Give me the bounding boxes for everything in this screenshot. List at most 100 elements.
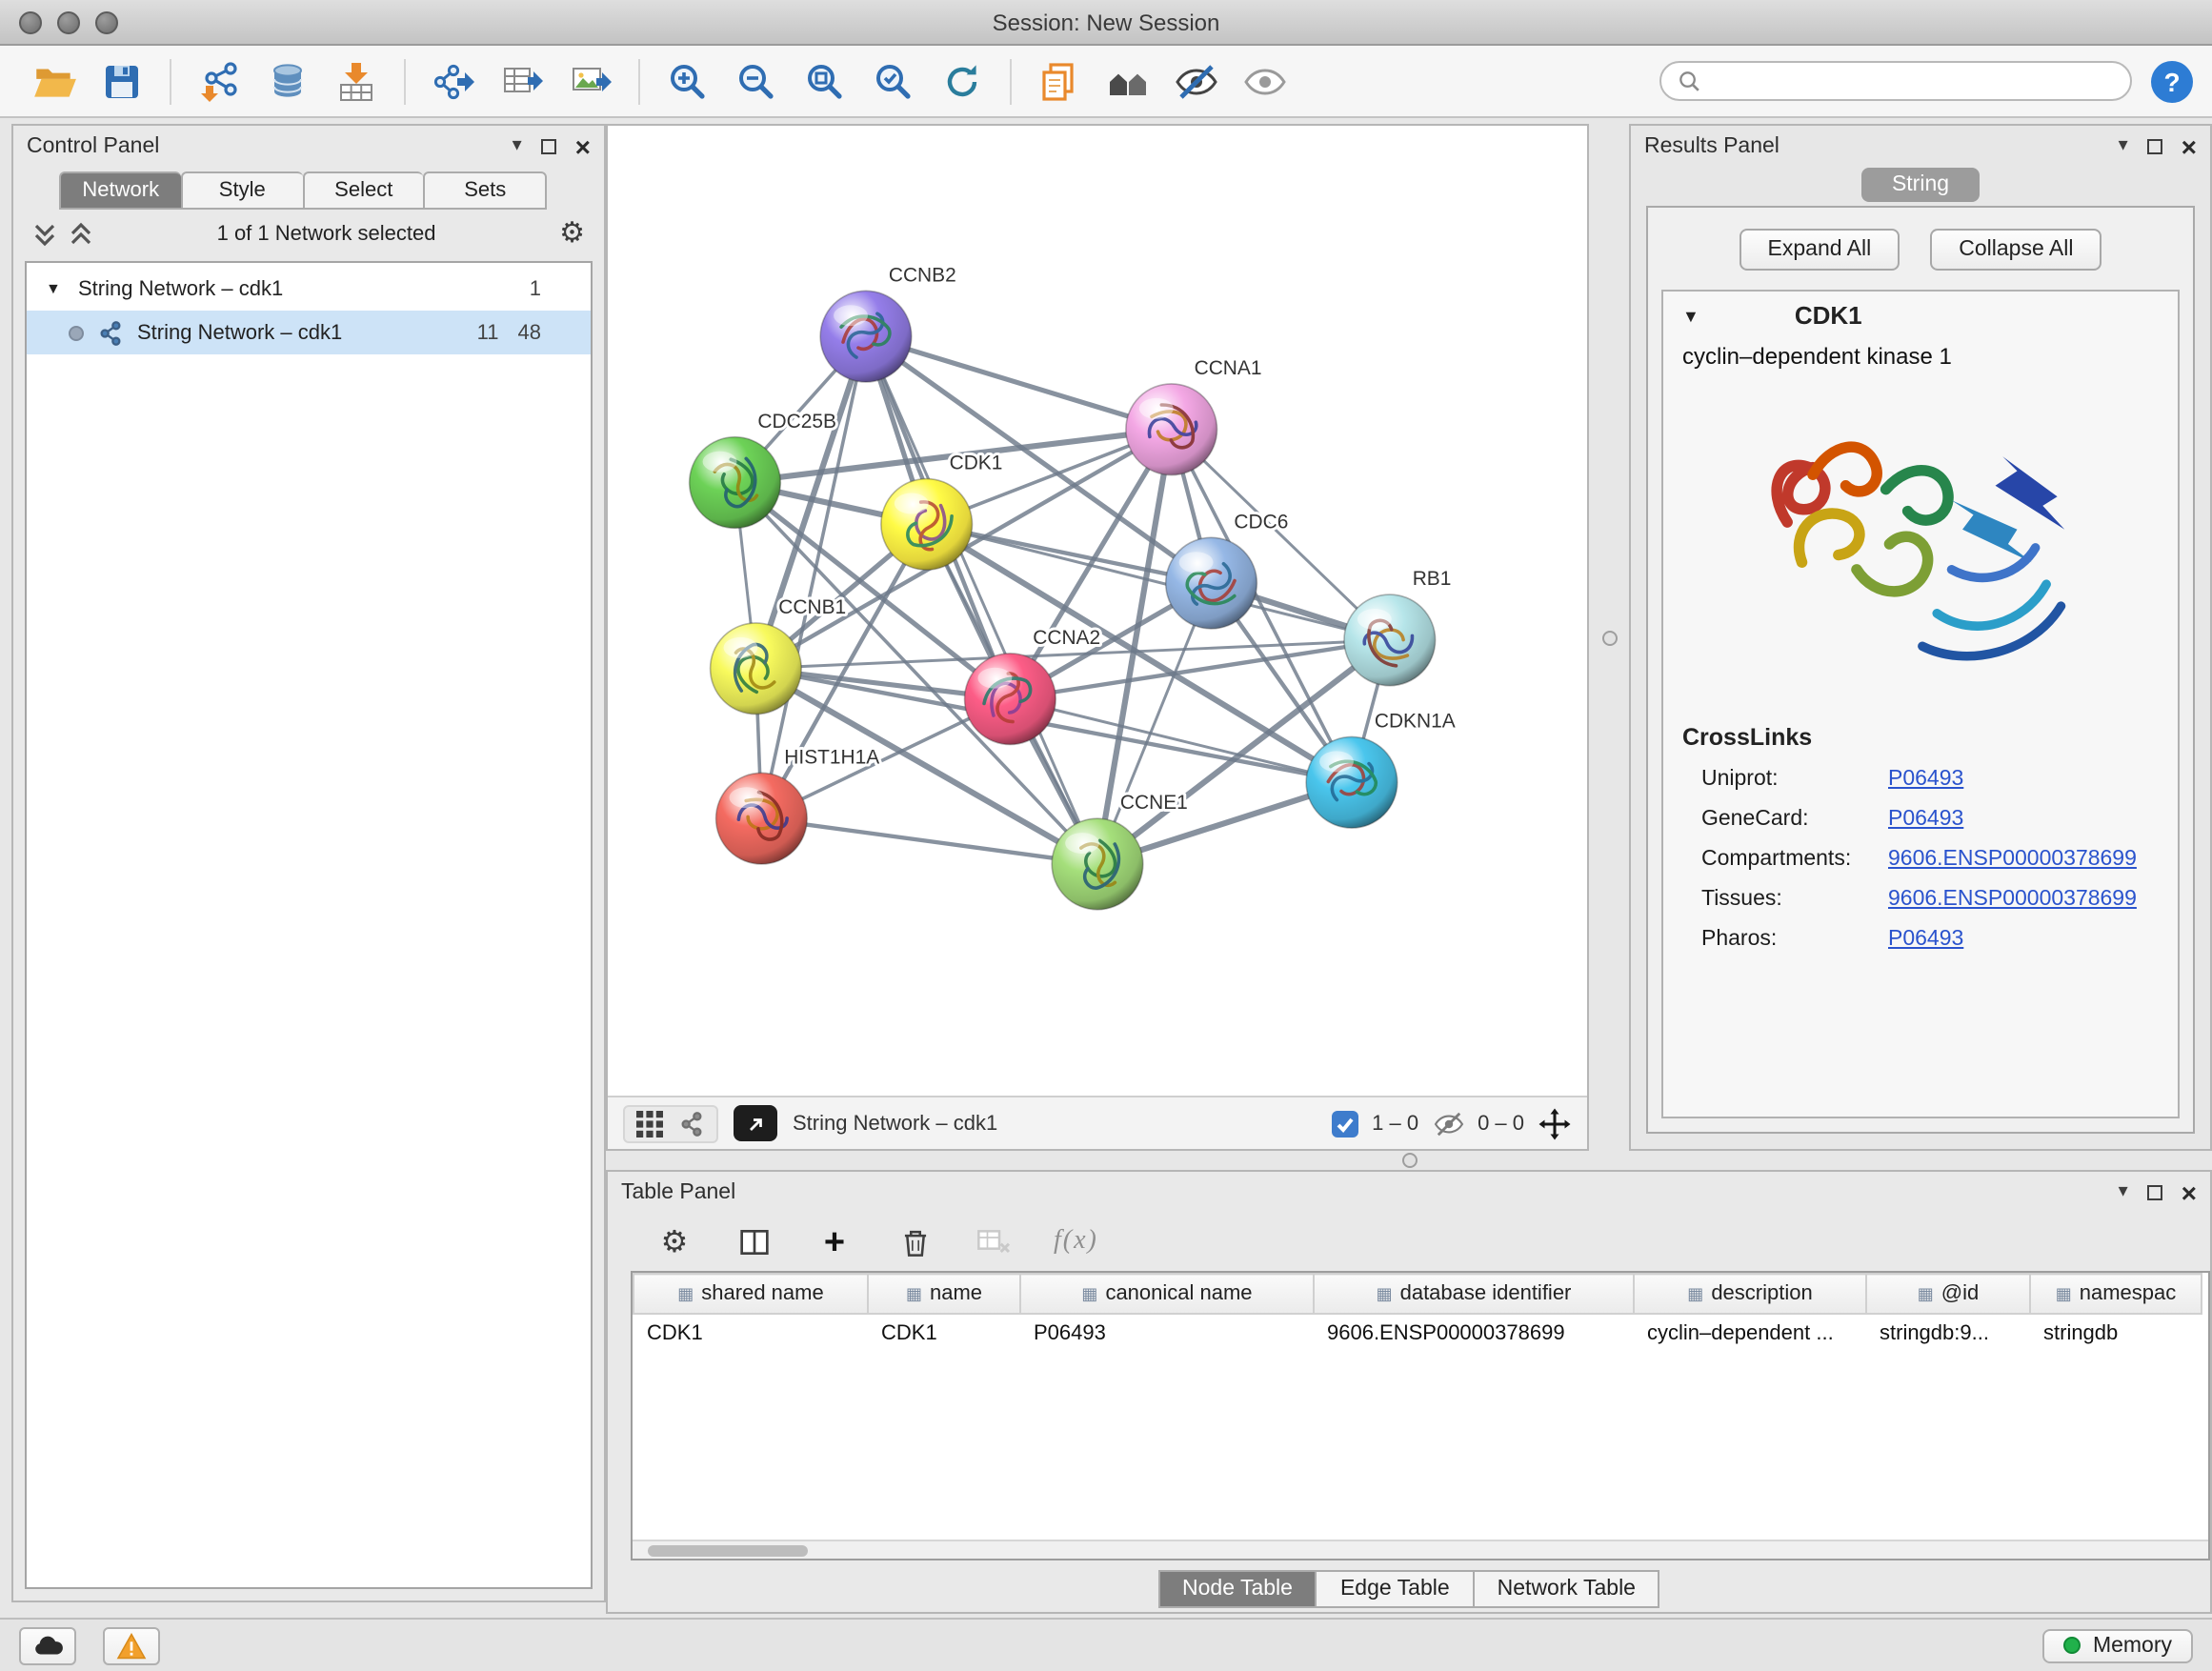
search-input[interactable] [1709, 70, 2115, 92]
tab-sets[interactable]: Sets [424, 171, 548, 210]
column-header[interactable]: ▦@id [1866, 1274, 2030, 1314]
duplicate-network-button[interactable] [1029, 52, 1090, 110]
open-session-button[interactable] [23, 52, 84, 110]
tissues-link[interactable]: 9606.ENSP00000378699 [1888, 887, 2137, 910]
horizontal-splitter[interactable] [606, 1151, 2212, 1170]
refresh-view-button[interactable] [932, 52, 993, 110]
network-canvas[interactable]: CCNB2CCNA1CDC25BCDK1CDC6RB1CCNB1CCNA2CDK… [608, 126, 1587, 1096]
column-header[interactable]: ▦namespac [2030, 1274, 2202, 1314]
maximize-panel-icon[interactable] [541, 139, 556, 154]
results-panel-title: Results Panel [1644, 135, 1780, 158]
close-panel-icon[interactable]: × [575, 133, 591, 160]
column-header[interactable]: ▦database identifier [1314, 1274, 1634, 1314]
close-window-button[interactable] [19, 10, 42, 33]
column-header[interactable]: ▦name [868, 1274, 1020, 1314]
show-all-button[interactable] [1235, 52, 1296, 110]
delete-table-button-disabled[interactable] [974, 1221, 1016, 1263]
column-header[interactable]: ▦description [1634, 1274, 1866, 1314]
collapse-all-icon[interactable] [32, 220, 57, 247]
minimize-window-button[interactable] [57, 10, 80, 33]
tab-network-table[interactable]: Network Table [1473, 1570, 1660, 1608]
tab-node-table[interactable]: Node Table [1157, 1570, 1316, 1608]
network-collection-row[interactable]: ▼ String Network – cdk1 1 [27, 267, 591, 311]
table-cell[interactable]: cyclin–dependent ... [1634, 1314, 1866, 1354]
add-column-button[interactable]: + [814, 1221, 855, 1263]
close-panel-icon[interactable]: × [2182, 133, 2197, 160]
section-expander-icon[interactable]: ▼ [1682, 306, 1699, 325]
tree-expander-icon[interactable]: ▼ [46, 280, 65, 297]
expand-all-icon[interactable] [69, 220, 93, 247]
horizontal-scrollbar[interactable] [633, 1540, 2208, 1559]
float-panel-icon[interactable]: ▾ [2119, 137, 2128, 156]
window-controls [19, 0, 118, 44]
network-row-selected[interactable]: String Network – cdk1 11 48 [27, 311, 591, 354]
maximize-panel-icon[interactable] [2147, 1185, 2162, 1200]
column-header[interactable]: ▦shared name [633, 1274, 868, 1314]
table-cell[interactable]: 9606.ENSP00000378699 [1314, 1314, 1634, 1354]
toolbar-separator [638, 58, 640, 104]
zoom-fit-button[interactable] [794, 52, 855, 110]
import-network-file-button[interactable] [189, 52, 250, 110]
memory-button[interactable]: Memory [2043, 1628, 2193, 1662]
network-node-HIST1H1A [716, 773, 808, 864]
delete-column-button[interactable] [894, 1221, 935, 1263]
float-panel-icon[interactable]: ▾ [2119, 1183, 2128, 1202]
tab-style[interactable]: Style [181, 171, 303, 210]
node-table[interactable]: ▦shared name ▦name ▦canonical name ▦data… [633, 1273, 2202, 1354]
export-network-button[interactable] [423, 52, 484, 110]
hide-selected-button[interactable] [1166, 52, 1227, 110]
splitter-handle[interactable] [1401, 1153, 1417, 1168]
maximize-window-button[interactable] [95, 10, 118, 33]
zoom-out-button[interactable] [726, 52, 787, 110]
scrollbar-thumb[interactable] [648, 1544, 808, 1556]
table-cell[interactable]: stringdb:9... [1866, 1314, 2030, 1354]
genecard-link[interactable]: P06493 [1888, 807, 1963, 830]
uniprot-link[interactable]: P06493 [1888, 767, 1963, 790]
open-external-button[interactable] [734, 1105, 777, 1141]
pharos-link[interactable]: P06493 [1888, 927, 1963, 950]
table-cell[interactable]: CDK1 [633, 1314, 868, 1354]
help-icon: ? [2163, 66, 2180, 96]
table-cell[interactable]: stringdb [2030, 1314, 2202, 1354]
current-network-indicator[interactable] [69, 325, 84, 340]
table-row[interactable]: CDK1 CDK1 P06493 9606.ENSP00000378699 cy… [633, 1314, 2202, 1354]
tab-string[interactable]: String [1861, 168, 1980, 202]
column-header[interactable]: ▦canonical name [1020, 1274, 1314, 1314]
save-session-button[interactable] [91, 52, 152, 110]
close-panel-icon[interactable]: × [2182, 1179, 2197, 1206]
float-panel-icon[interactable]: ▾ [513, 137, 522, 156]
warnings-button[interactable] [103, 1626, 160, 1664]
table-cell[interactable]: P06493 [1020, 1314, 1314, 1354]
table-settings-gear-icon[interactable]: ⚙ [654, 1221, 695, 1263]
tab-select[interactable]: Select [302, 171, 424, 210]
selected-checkbox-icon[interactable] [1332, 1110, 1358, 1137]
network-graph[interactable]: CCNB2CCNA1CDC25BCDK1CDC6RB1CCNB1CCNA2CDK… [608, 126, 1587, 1096]
import-network-database-button[interactable] [257, 52, 318, 110]
function-builder-button[interactable]: f(x) [1054, 1227, 1098, 1258]
table-cell[interactable]: CDK1 [868, 1314, 1020, 1354]
hidden-eye-slash-icon[interactable] [1432, 1110, 1464, 1137]
crosslink-row: Uniprot: P06493 [1663, 758, 2178, 798]
tab-edge-table[interactable]: Edge Table [1316, 1570, 1473, 1608]
zoom-selected-button[interactable] [863, 52, 924, 110]
homes-button[interactable] [1097, 52, 1158, 110]
help-button[interactable]: ? [2151, 60, 2193, 102]
export-table-button[interactable] [492, 52, 553, 110]
compartments-link[interactable]: 9606.ENSP00000378699 [1888, 847, 2137, 870]
expand-all-button[interactable]: Expand All [1739, 229, 1900, 271]
share-view-icon[interactable] [678, 1110, 705, 1137]
zoom-in-button[interactable] [657, 52, 718, 110]
pan-crosshair-icon[interactable] [1538, 1106, 1572, 1140]
column-type-icon: ▦ [677, 1284, 694, 1303]
export-image-button[interactable] [560, 52, 621, 110]
network-options-gear-icon[interactable]: ⚙ [559, 219, 585, 248]
maximize-panel-icon[interactable] [2147, 139, 2162, 154]
splitter-handle[interactable] [1601, 630, 1617, 645]
cloud-button[interactable] [19, 1626, 76, 1664]
grid-view-icon[interactable] [636, 1110, 663, 1137]
import-table-button[interactable] [326, 52, 387, 110]
collapse-all-button[interactable]: Collapse All [1930, 229, 2101, 271]
show-columns-button[interactable] [734, 1221, 775, 1263]
tab-network[interactable]: Network [59, 171, 181, 210]
vertical-splitter[interactable] [1589, 124, 1629, 1151]
